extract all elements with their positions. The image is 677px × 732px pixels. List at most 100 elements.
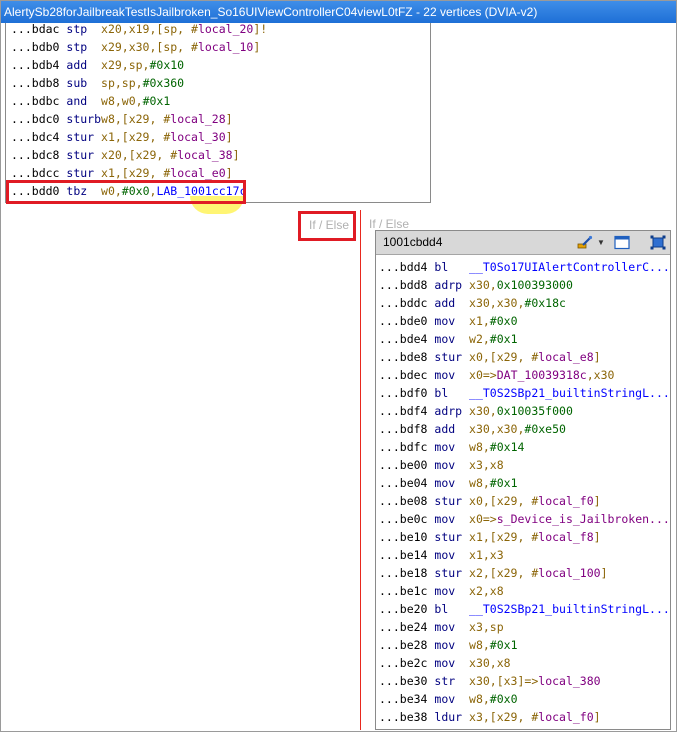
instruction-operand[interactable]: __T0S2SBp21_builtinStringL... [469,602,670,616]
instruction-mnemonic: mov [434,512,470,526]
code-line[interactable]: ...bdd8 adrp x30,0x100393000 [379,276,670,294]
code-line[interactable]: ...be1c mov x2,x8 [379,582,670,600]
code-line[interactable]: ...bdf8 add x30,x30,#0xe50 [379,420,670,438]
instruction-operand: x1,[x29, # [101,166,171,180]
instruction-operand[interactable]: local_e8 [538,350,593,364]
code-line[interactable]: ...be18 stur x2,[x29, #local_100] [379,564,670,582]
code-line[interactable]: ...bdec mov x0=>DAT_10039318c,x30 [379,366,670,384]
code-line[interactable]: ...bde0 mov x1,#0x0 [379,312,670,330]
code-line[interactable]: ...bdb4 add x29,sp,#0x10 [11,56,267,74]
instruction-operand[interactable]: local_28 [170,112,225,126]
instruction-mnemonic: bl [434,260,470,274]
instruction-address: ...bdec [379,368,435,382]
code-line[interactable]: ...be24 mov x3,sp [379,618,670,636]
instruction-operand[interactable]: s_Device_is_Jailbroken... [497,512,670,526]
edge-label-if-else-2: If / Else [369,217,410,231]
code-line[interactable]: ...bdb8 sub sp,sp,#0x360 [11,74,267,92]
instruction-operand: x1, [469,314,490,328]
instruction-operand[interactable]: __T0S2SBp21_builtinStringL... [469,386,670,400]
instruction-operand[interactable]: local_38 [177,148,232,162]
instruction-operand: ] [593,530,601,544]
instruction-mnemonic: bl [434,386,470,400]
instruction-address: ...bdb4 [11,58,67,72]
code-line[interactable]: ...bde4 mov w2,#0x1 [379,330,670,348]
code-line[interactable]: ...be30 str x30,[x3]=>local_380 [379,672,670,690]
code-line[interactable]: ...bdac stp x20,x19,[sp, #local_20]! [11,23,267,38]
code-line[interactable]: ...bddc add x30,x30,#0x18c [379,294,670,312]
instruction-mnemonic: mov [434,584,470,598]
instruction-operand[interactable]: local_f8 [538,530,593,544]
code-block-entry[interactable]: ...bdac stp x20,x19,[sp, #local_20]! ...b… [5,23,431,203]
instruction-operand: #0x0 [489,314,518,328]
code-line[interactable]: ...be04 mov w8,#0x1 [379,474,670,492]
window-title-bar[interactable]: AlertySb28forJailbreakTestIsJailbroken_S… [1,1,676,23]
code-line[interactable]: ...bde8 stur x0,[x29, #local_e8] [379,348,670,366]
instruction-operand: x29,sp, [101,58,150,72]
block-title: 1001cbdd4 [383,235,443,249]
code-line[interactable]: ...bdc8 stur x20,[x29, #local_38] [11,146,267,164]
instruction-operand: x30,x30, [469,422,525,436]
instruction-operand[interactable]: local_f0 [538,710,593,724]
instruction-address: ...be10 [379,530,435,544]
instruction-operand: #0xe50 [524,422,566,436]
instruction-mnemonic: mov [434,440,470,454]
code-line[interactable]: ...bdd4 bl __T0So17UIAlertControllerC... [379,258,670,276]
instruction-operand: ] [593,710,601,724]
instruction-operand: x20,x19,[sp, # [101,23,198,36]
instruction-address: ...bdfc [379,440,435,454]
instruction-mnemonic: mov [434,692,470,706]
paintbrush-icon[interactable] [577,235,593,250]
instruction-address: ...bdb8 [11,76,67,90]
instruction-operand[interactable]: local_100 [538,566,600,580]
code-line[interactable]: ...be20 bl __T0S2SBp21_builtinStringL... [379,600,670,618]
code-line[interactable]: ...bdc0 sturbw8,[x29, #local_28] [11,110,267,128]
instruction-mnemonic: mov [434,368,470,382]
instruction-operand[interactable]: local_e0 [170,166,225,180]
instruction-mnemonic: mov [434,548,470,562]
code-line[interactable]: ...be28 mov w8,#0x1 [379,636,670,654]
code-line[interactable]: ...be34 mov w8,#0x0 [379,690,670,708]
instruction-operand[interactable]: local_10 [198,40,253,54]
instruction-operand[interactable]: DAT_10039318c [497,368,587,382]
instruction-operand: x3,x8 [469,458,504,472]
instruction-operand: #0x1 [489,638,518,652]
block-header[interactable]: 1001cbdd4 ▼ [376,231,670,255]
instruction-operand[interactable]: local_30 [170,130,225,144]
instruction-operand[interactable]: local_380 [538,674,600,688]
instruction-operand[interactable]: local_f0 [538,494,593,508]
code-line[interactable]: ...be38 ldur x3,[x29, #local_f0] [379,708,670,726]
code-line[interactable]: ...bdc4 stur x1,[x29, #local_30] [11,128,267,146]
code-line[interactable]: ...be2c mov x30,x8 [379,654,670,672]
code-block-1001cbdd4[interactable]: 1001cbdd4 ▼ ...bdd4 bl __T0So17UIAlertCo… [375,230,671,730]
instruction-mnemonic: stur [434,350,470,364]
instruction-address: ...be24 [379,620,435,634]
code-line[interactable]: ...bdf4 adrp x30,0x10035f000 [379,402,670,420]
code-line[interactable]: ...be0c mov x0=>s_Device_is_Jailbroken..… [379,510,670,528]
instruction-address: ...bdbc [11,94,67,108]
fullscreen-icon[interactable] [650,235,666,250]
instruction-operand: x2,[x29, # [469,566,539,580]
window-icon[interactable] [614,235,630,250]
instruction-mnemonic: str [434,674,470,688]
code-line[interactable]: ...be10 stur x1,[x29, #local_f8] [379,528,670,546]
instruction-operand: #0x0 [489,692,518,706]
code-line[interactable]: ...bdb0 stp x29,x30,[sp, #local_10] [11,38,267,56]
code-line[interactable]: ...be14 mov x1,x3 [379,546,670,564]
code-line[interactable]: ...bdf0 bl __T0S2SBp21_builtinStringL... [379,384,670,402]
instruction-operand: #0x1 [142,94,171,108]
instruction-address: ...bdc0 [11,112,67,126]
code-line[interactable]: ...be00 mov x3,x8 [379,456,670,474]
code-line[interactable]: ...bdfc mov w8,#0x14 [379,438,670,456]
code-line[interactable]: ...bdbc and w8,w0,#0x1 [11,92,267,110]
instruction-operand[interactable]: __T0So17UIAlertControllerC... [469,260,670,274]
code-line[interactable]: ...be08 stur x0,[x29, #local_f0] [379,492,670,510]
instruction-mnemonic: stp [66,40,102,54]
chevron-down-icon[interactable]: ▼ [597,239,605,247]
instruction-mnemonic: stur [66,166,102,180]
edge-label-if-else: If / Else [309,218,350,232]
instruction-address: ...bdc8 [11,148,67,162]
instruction-address: ...bddc [379,296,435,310]
instruction-operand: x30,x8 [469,656,511,670]
instruction-operand[interactable]: local_20 [198,23,253,36]
instruction-address: ...bdf0 [379,386,435,400]
